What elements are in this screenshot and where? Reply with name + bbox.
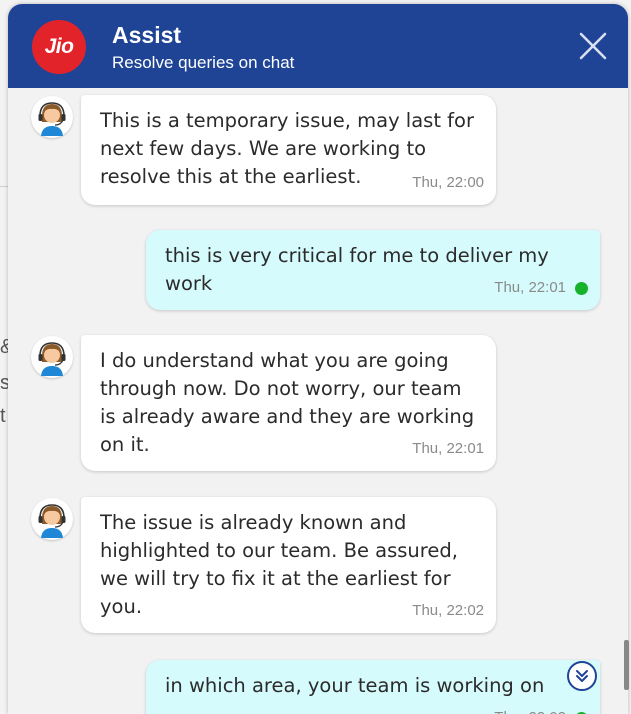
message-list[interactable]: This is a temporary issue, may last for …: [8, 88, 628, 714]
message-time: Thu, 22:02: [412, 602, 484, 619]
message-time: Thu, 22:02: [494, 704, 588, 714]
user-message: in which area, your team is working on T…: [146, 660, 600, 714]
chat-window: Jio Assist Resolve queries on chat This …: [8, 4, 628, 714]
support-agent-icon: [38, 342, 66, 376]
background-divider: [0, 186, 8, 187]
double-chevron-down-icon: [576, 670, 588, 682]
agent-message: This is a temporary issue, may last for …: [81, 95, 496, 205]
agent-avatar: [31, 96, 73, 138]
close-button[interactable]: [578, 31, 608, 61]
support-agent-icon: [38, 504, 66, 538]
logo-text: Jio: [44, 35, 74, 58]
close-icon: [579, 32, 607, 60]
page-scrollbar[interactable]: [624, 640, 629, 690]
agent-message: I do understand what you are going throu…: [81, 335, 496, 471]
chat-subtitle: Resolve queries on chat: [112, 53, 295, 72]
message-time: Thu, 22:00: [412, 174, 484, 191]
message-time: Thu, 22:01: [412, 440, 484, 457]
chat-title: Assist: [112, 22, 182, 48]
jio-logo: Jio: [32, 20, 86, 74]
agent-avatar: [31, 498, 73, 540]
agent-avatar: [31, 336, 73, 378]
message-text: in which area, your team is working on: [165, 674, 545, 697]
message-time: Thu, 22:01: [494, 274, 588, 302]
background-text: t: [0, 405, 6, 427]
scroll-to-bottom-button[interactable]: [567, 661, 597, 691]
chat-header: Jio Assist Resolve queries on chat: [8, 4, 628, 88]
delivered-status-icon: [575, 281, 588, 295]
agent-message: The issue is already known and highlight…: [81, 497, 496, 633]
support-agent-icon: [38, 102, 66, 136]
user-message: this is very critical for me to deliver …: [146, 230, 600, 310]
